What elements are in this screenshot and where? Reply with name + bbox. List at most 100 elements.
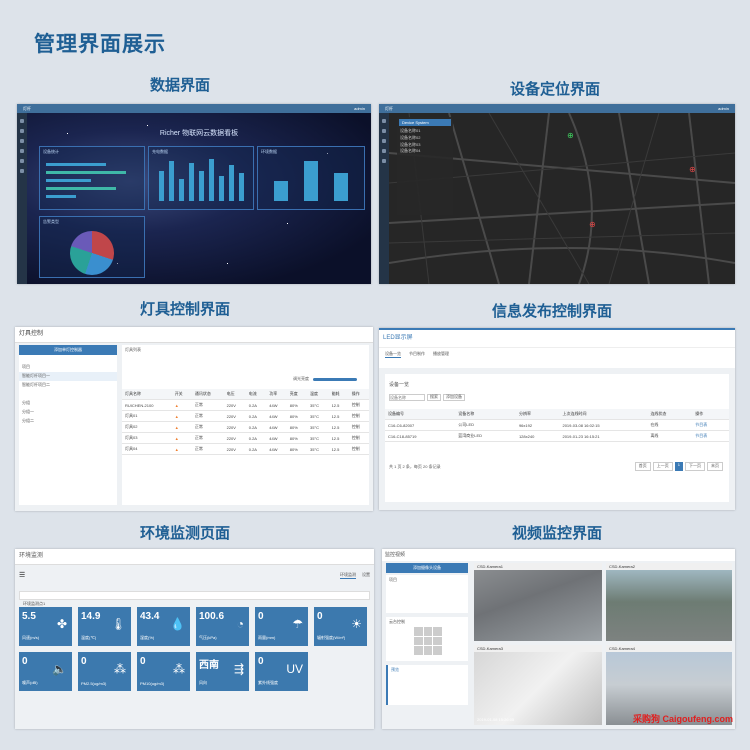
table-row[interactable]: 灯具04 ▲ 正常 220V 0.2A 44W 80% 35°C 12.5 控制 [122, 443, 369, 455]
env-tile: 5.5 风速(m/s) ✤ [19, 607, 72, 646]
light-table: 灯具名称 开关 通讯状态 电压 电流 功率 亮度 温度 能耗 操作 RUICHEN-2100 ▲ 正常… [122, 389, 369, 455]
fan-icon: ✤ [56, 617, 67, 631]
pager-next[interactable]: 下一页 [685, 462, 705, 471]
pagination: 首页 上一页 1 下一页 末页 [634, 462, 723, 471]
device-item[interactable]: 设备名称02 [397, 135, 453, 142]
map-marker-icon[interactable]: ⊕ [589, 220, 596, 229]
add-device-button[interactable]: 添加设备 [443, 394, 465, 401]
gauge-icon: ◔ [236, 617, 244, 631]
tab-env[interactable]: 环境监测 [340, 572, 356, 579]
env-label: 雨量(mm) [258, 635, 276, 640]
page-title: 管理界面展示 [34, 33, 166, 56]
dimming-slider[interactable] [313, 378, 357, 381]
tab-playback[interactable]: 播放管理 [433, 351, 449, 358]
subgroup-label: 分组 [22, 400, 30, 406]
pager-first[interactable]: 首页 [634, 462, 651, 471]
thermometer-icon: 🌡 [110, 617, 126, 631]
env-value: 0 [258, 611, 264, 622]
table-row[interactable]: 灯具03 ▲ 正常 220V 0.2A 44W 80% 35°C 12.5 控制 [122, 432, 369, 444]
side-nav[interactable] [379, 113, 389, 284]
tab-settings[interactable]: 设置 [362, 572, 370, 579]
map-marker-icon[interactable]: ⊕ [689, 165, 696, 174]
device-item[interactable]: 设备名称04 [397, 148, 453, 155]
drop-icon: 💧 [170, 617, 185, 631]
card-title: 设备统计 [43, 149, 59, 154]
env-label: PM2.5(ug/m3) [81, 681, 107, 686]
device-selector[interactable]: Device System [399, 119, 451, 126]
device-location-panel: 灯杆 admin Device System 设备名称01 设备名称02 设备名称… [379, 104, 735, 284]
led-device-table: 设备编号 设备名称 分辨率 上次连线时间 连线状态 操作 C16-C6-82007 公司LE… [385, 409, 729, 442]
env-label: 紫外线强度 [258, 680, 278, 685]
env-value: 0 [22, 656, 28, 667]
camera-name: CSD-Kamera1 [474, 563, 602, 570]
dashboard-card-devices: 设备统计 [39, 146, 145, 210]
env-value: 西南 [199, 660, 219, 671]
env-tile: 100.6 气压(kPa) ◔ [196, 607, 249, 646]
subgroup-item[interactable]: 分组一 [19, 408, 117, 417]
env-label: 噪声(dB) [22, 680, 38, 685]
env-label: 风向 [199, 680, 207, 685]
env-tile: 0 紫外线强度 UV [255, 652, 308, 691]
preview-label: 预览 [391, 667, 399, 672]
brand: 灯杆 [23, 106, 31, 111]
map-marker-icon[interactable]: ⊕ [567, 131, 574, 140]
user-name[interactable]: admin [354, 104, 365, 113]
subgroup-item[interactable]: 分组二 [19, 417, 117, 426]
section-title-lighting: 灯具控制界面 [139, 301, 230, 318]
tab-device-list[interactable]: 设备一览 [385, 351, 401, 358]
grid-menu-icon[interactable]: ☰ [19, 571, 25, 579]
project-item[interactable]: 智能灯杆项目一 [19, 371, 117, 381]
dashboard-title: Richer 物联网云数据看板 [159, 130, 239, 137]
camera-name: CSD-Kamera2 [606, 563, 732, 570]
pm25-icon: ⁂ [114, 662, 126, 676]
search-input[interactable] [389, 394, 425, 401]
speaker-icon: 🔈 [52, 662, 67, 676]
camera-view[interactable]: CSD-Kamera3 2019-01-08 15:26:05 [474, 645, 602, 725]
card-title: 充电数据 [152, 149, 168, 154]
tab-program[interactable]: 节目制作 [409, 351, 425, 358]
section-title-video: 视频监控界面 [511, 525, 602, 542]
env-value: 0 [140, 656, 146, 667]
ptz-control-pad[interactable] [414, 627, 442, 655]
panel-header: 环境监测 [15, 549, 374, 566]
add-camera-button[interactable]: 添加摄像头设备 [386, 563, 468, 573]
sun-icon: ☀ [351, 617, 362, 631]
table-row[interactable]: C16-C18-85719 蓝湾商业LED 128x240 2019-01-23 16… [385, 430, 729, 442]
env-tile: 14.9 温度(℃) 🌡 [78, 607, 131, 646]
device-list-title: 设备一览 [389, 382, 410, 388]
monitor-point-select[interactable]: 环境监测点1 [19, 591, 370, 606]
panel-header: 监控视频 [382, 549, 735, 561]
env-tile: 0 噪声(dB) 🔈 [19, 652, 72, 691]
table-row[interactable]: 灯具01 ▲ 正常 220V 0.2A 44W 80% 35°C 12.5 控制 [122, 410, 369, 422]
env-label: 辐射强度(W/m²) [317, 635, 346, 640]
dashboard-card-alarms: 告警类型 [39, 216, 145, 278]
table-footer: 共 1 页 2 条，每页 20 条记录 [389, 464, 441, 469]
search-button[interactable]: 搜索 [427, 394, 441, 401]
table-header-row: 灯具名称 开关 通讯状态 电压 电流 功率 亮度 温度 能耗 操作 [122, 389, 369, 400]
table-row[interactable]: RUICHEN-2100 ▲ 正常 220V 0.2A 44W 80% 35°C 12.5 控制 [122, 399, 369, 411]
camera-view[interactable]: CSD-Kamera2 [606, 563, 732, 641]
user-name[interactable]: admin [718, 104, 729, 113]
env-tile: 0 辐射强度(W/m²) ☀ [314, 607, 367, 646]
pager-page[interactable]: 1 [674, 462, 683, 471]
env-label: 湿度(%) [140, 635, 155, 640]
dashboard-card-charging: 充电数据 [148, 146, 254, 210]
table-row[interactable]: 灯具02 ▲ 正常 220V 0.2A 44W 80% 35°C 12.5 控制 [122, 421, 369, 433]
brand: 灯杆 [385, 106, 393, 111]
camera-view[interactable]: CSD-Kamera1 [474, 563, 602, 641]
project-item[interactable]: 智能灯杆项目二 [19, 381, 117, 390]
env-label: 风速(m/s) [22, 635, 40, 640]
env-label: 温度(℃) [81, 635, 97, 640]
pager-last[interactable]: 末页 [707, 462, 723, 471]
side-nav[interactable] [17, 113, 27, 284]
panel-header: LED显示屏 [383, 335, 413, 341]
map-view[interactable]: Device System 设备名称01 设备名称02 设备名称03 设备名称0… [389, 113, 735, 284]
video-monitor-panel: 监控视频 添加摄像头设备 项目 云台控制 预览 CSD-Kamera1 CSD-… [382, 549, 735, 729]
env-value: 0 [81, 656, 87, 667]
light-list-title: 灯具列表 [125, 347, 141, 352]
pager-prev[interactable]: 上一页 [652, 462, 673, 471]
add-light-controller-button[interactable]: 添加单灯控制器 [19, 345, 117, 355]
table-row[interactable]: C16-C6-82007 公司LED 96x192 2019-03-08 16:02:… [385, 419, 729, 431]
section-title-location: 设备定位界面 [509, 81, 600, 98]
device-item[interactable]: 设备名称01 [397, 128, 453, 135]
